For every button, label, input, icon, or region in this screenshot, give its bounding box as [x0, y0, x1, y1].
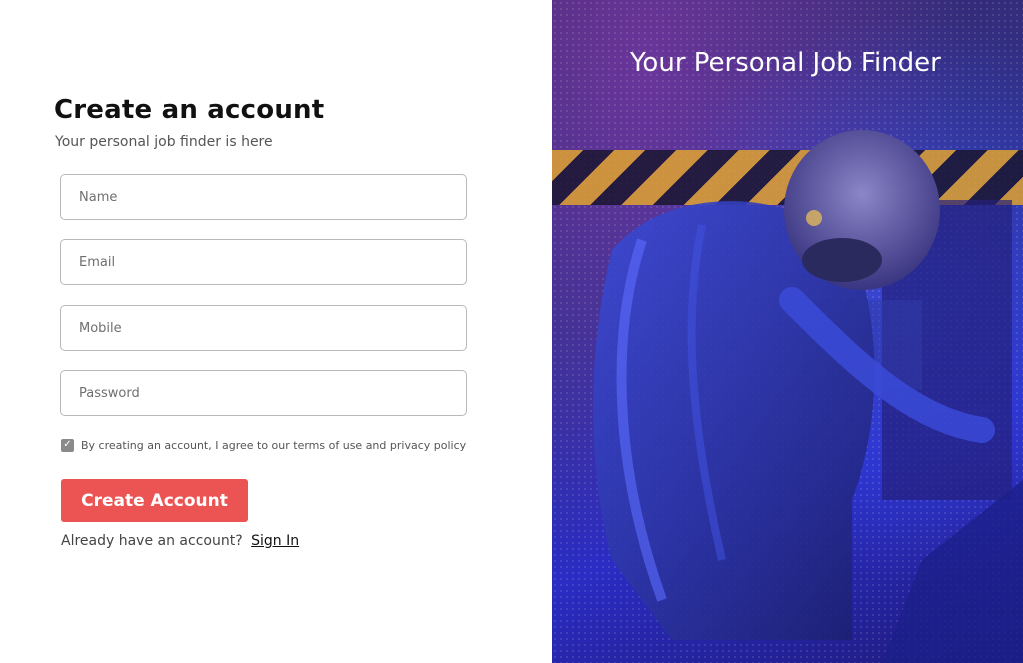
check-icon: ✓	[63, 439, 72, 450]
astronaut-illustration	[593, 130, 1023, 663]
page-title: Create an account	[54, 95, 325, 125]
email-field[interactable]	[60, 239, 467, 285]
signin-link[interactable]: Sign In	[251, 533, 299, 549]
terms-label: By creating an account, I agree to our t…	[81, 438, 467, 452]
terms-checkbox[interactable]: ✓	[61, 438, 74, 452]
signin-row: Already have an account? Sign In	[61, 533, 299, 549]
name-field[interactable]	[60, 174, 467, 220]
terms-agreement: ✓ By creating an account, I agree to our…	[61, 438, 466, 452]
mobile-field[interactable]	[60, 305, 467, 351]
signup-panel: Create an account Your personal job find…	[0, 0, 552, 663]
hero-image-panel: Your Personal Job Finder	[552, 0, 1023, 663]
create-account-button[interactable]: Create Account	[61, 479, 248, 522]
password-field[interactable]	[60, 370, 467, 416]
signin-prompt: Already have an account?	[61, 533, 243, 549]
hero-title: Your Personal Job Finder	[630, 48, 941, 78]
page-subtitle: Your personal job finder is here	[55, 134, 273, 150]
